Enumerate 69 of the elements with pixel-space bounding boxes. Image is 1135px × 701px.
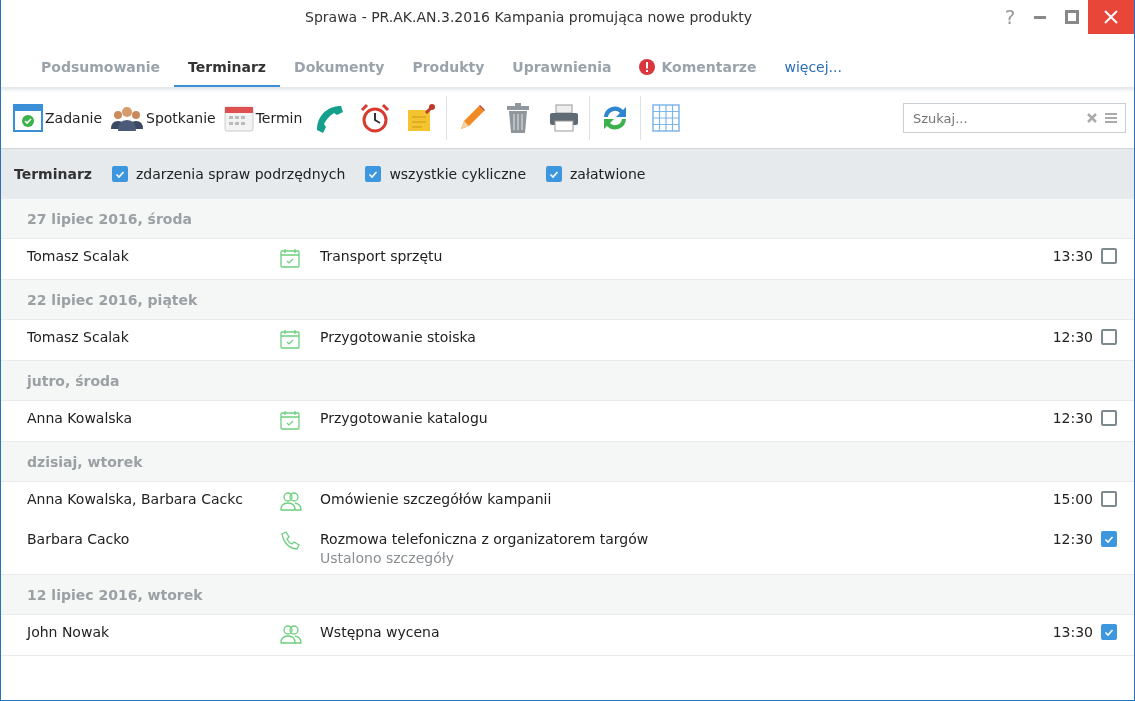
people-outline-icon	[280, 624, 302, 644]
date-header: 27 lipiec 2016, środa	[1, 199, 1134, 239]
printer-icon	[548, 103, 581, 133]
help-button[interactable]: ?	[996, 5, 1024, 29]
date-header: dzisiaj, wtorek	[1, 442, 1134, 482]
event-title: Transport sprzętu	[320, 248, 444, 264]
calendar-check-icon	[280, 329, 300, 349]
window-check-icon	[13, 104, 43, 132]
window-title: Sprawa - PR.AK.AN.3.2016 Kampania promująca nowe produkty	[304, 9, 753, 25]
event-time: 13:30	[1052, 624, 1093, 640]
tab[interactable]: Produkty	[398, 56, 499, 87]
person-name: Anna Kowalska	[27, 410, 134, 426]
section-title: Terminarz	[14, 166, 92, 182]
term-button[interactable]: Termin	[221, 100, 305, 136]
grid-icon	[652, 104, 681, 132]
tab[interactable]: Uprawnienia	[498, 56, 626, 87]
maximize-icon	[1065, 10, 1079, 24]
tab[interactable]: Komentarze	[625, 56, 771, 87]
calendar-icon	[223, 104, 254, 132]
alarm-clock-icon	[359, 102, 392, 134]
people-icon	[110, 104, 144, 132]
done-checkbox[interactable]	[1101, 624, 1117, 640]
done-checkbox[interactable]	[1101, 491, 1117, 507]
event-time: 12:30	[1052, 329, 1093, 345]
done-checkbox[interactable]	[1101, 531, 1117, 547]
event-time: 15:00	[1052, 491, 1093, 507]
date-header: 22 lipiec 2016, piątek	[1, 280, 1134, 320]
event-title: Rozmowa telefoniczna z organizatorem targów	[320, 531, 650, 547]
event-title: Wstępna wycena	[320, 624, 441, 640]
sticky-note-icon	[406, 103, 437, 133]
calendar-check-icon	[280, 410, 300, 430]
done-checkbox[interactable]	[1101, 329, 1117, 345]
person-name: Barbara Cacko	[27, 531, 131, 547]
people-outline-icon	[280, 491, 302, 511]
meeting-button[interactable]: Spotkanie	[108, 100, 218, 136]
event-time: 12:30	[1052, 531, 1093, 547]
person-name: John Nowak	[27, 624, 111, 640]
calendar-check-icon	[280, 248, 300, 268]
checkbox-label: wszystkie cykliczne	[389, 166, 526, 182]
tab[interactable]: Podsumowanie	[27, 56, 175, 87]
event-time: 13:30	[1052, 248, 1093, 264]
close-button[interactable]	[1088, 0, 1134, 34]
date-header: 12 lipiec 2016, wtorek	[1, 575, 1134, 615]
person-name: Anna Kowalska, Barbara Cackc	[27, 491, 244, 507]
done-checkbox[interactable]	[1101, 248, 1117, 264]
event-time: 12:30	[1052, 410, 1093, 426]
task-button[interactable]: Zadanie	[11, 100, 104, 136]
checkbox-label: załatwione	[570, 166, 646, 182]
close-icon	[1103, 9, 1119, 25]
clear-icon[interactable]	[1086, 112, 1098, 124]
search-field[interactable]: Szukaj...	[903, 103, 1126, 133]
checkbox[interactable]	[365, 166, 382, 182]
person-name: Tomasz Scalak	[27, 248, 130, 264]
checkbox[interactable]	[111, 166, 128, 182]
event-title: Przygotowanie stoiska	[320, 329, 477, 345]
more-link[interactable]: więcej...	[770, 56, 856, 87]
minimize-icon	[1034, 15, 1046, 19]
event-note: Ustalono szczegóły	[320, 550, 455, 566]
person-name: Tomasz Scalak	[27, 329, 130, 345]
phone-outline-icon	[280, 531, 300, 551]
tab[interactable]: Terminarz	[174, 56, 280, 87]
event-title: Przygotowanie katalogu	[320, 410, 489, 426]
date-header: jutro, środa	[1, 361, 1134, 401]
checkbox-label: zdarzenia spraw podrzędnych	[135, 166, 346, 182]
event-title: Omówienie szczegółów kampanii	[320, 491, 553, 507]
menu-icon[interactable]	[1104, 112, 1118, 124]
done-checkbox[interactable]	[1101, 410, 1117, 426]
checkbox[interactable]	[546, 166, 562, 182]
tab[interactable]: Dokumenty	[280, 56, 399, 87]
